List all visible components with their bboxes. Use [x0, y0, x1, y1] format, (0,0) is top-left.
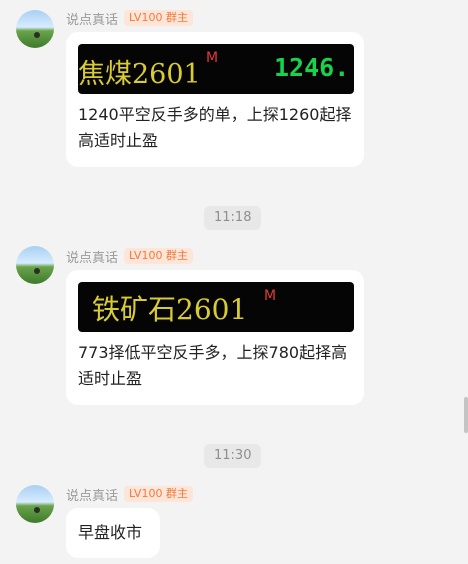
avatar[interactable] [16, 485, 54, 523]
scrollbar[interactable] [464, 397, 468, 433]
message-header: 说点真话 LV100 群主 [66, 485, 193, 504]
message-text: 早盘收市 [78, 523, 143, 542]
chat-message: 说点真话 LV100 群主 早盘收市 [0, 0, 468, 564]
message-bubble[interactable]: 早盘收市 [66, 508, 160, 558]
group-owner-badge: LV100 群主 [124, 486, 193, 502]
sender-name[interactable]: 说点真话 [66, 485, 118, 504]
